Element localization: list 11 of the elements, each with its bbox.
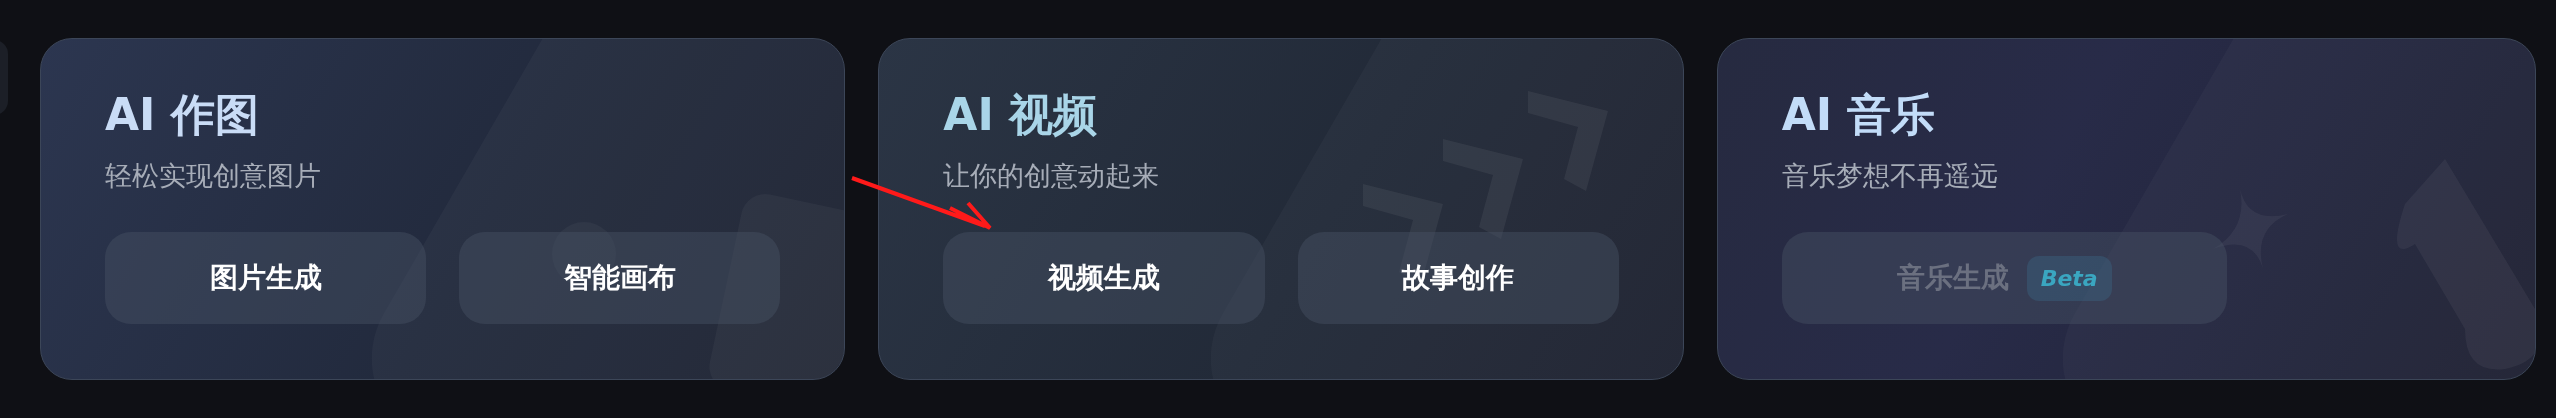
card-title: AI 音乐 <box>1781 89 1937 142</box>
card-title: AI 视频 <box>943 89 1099 142</box>
card-subtitle: 让你的创意动起来 <box>943 159 1161 193</box>
action-button[interactable]: 图片生成 <box>105 232 427 325</box>
card-title: AI 作图 <box>105 89 260 142</box>
action-button[interactable]: 视频生成 <box>943 232 1265 325</box>
card-subtitle: 音乐梦想不再遥远 <box>1781 159 1999 193</box>
card-subtitle: 轻松实现创意图片 <box>105 159 322 193</box>
action-button[interactable]: 智能画布 <box>459 232 781 325</box>
action-button[interactable]: 故事创作 <box>1297 232 1619 325</box>
beta-badge: Beta <box>2026 255 2112 301</box>
